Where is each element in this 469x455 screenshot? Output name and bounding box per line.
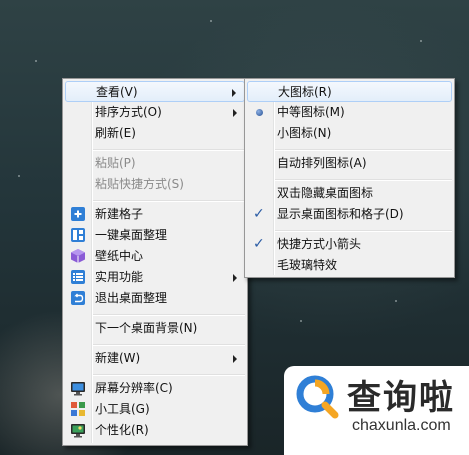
plus-icon xyxy=(70,206,86,222)
menu-item-label: 快捷方式小箭头 xyxy=(277,237,362,251)
menu-item-label: 个性化(R) xyxy=(95,423,149,437)
menu-item-label: 下一个桌面背景(N) xyxy=(95,321,198,335)
menu-item-label: 一键桌面整理 xyxy=(95,228,168,242)
menu-item-label: 实用功能 xyxy=(95,270,144,284)
cube-icon xyxy=(70,248,86,264)
menu-separator xyxy=(93,200,245,202)
menu-separator xyxy=(93,149,245,151)
menu-item-label: 小图标(N) xyxy=(277,126,332,140)
watermark-brand-cn: 查询啦 xyxy=(347,378,455,418)
menu-separator xyxy=(275,230,452,232)
magnifier-logo-icon xyxy=(294,373,340,419)
submenu-arrow-icon xyxy=(232,89,236,97)
menu-item-label: 新建(W) xyxy=(95,351,141,365)
menu-item-label: 新建格子 xyxy=(95,207,144,221)
menu-item-label: 退出桌面整理 xyxy=(95,291,168,305)
menu-item-label: 小工具(G) xyxy=(95,402,150,416)
menu-item-label: 排序方式(O) xyxy=(95,105,162,119)
menu-item-label: 壁纸中心 xyxy=(95,249,144,263)
watermark-brand-url: chaxunla.com xyxy=(352,417,451,434)
menu-item-label: 中等图标(M) xyxy=(277,105,345,119)
menu-item-wallpaper-center[interactable]: 壁纸中心 xyxy=(65,246,245,267)
menu-item-next-background[interactable]: 下一个桌面背景(N) xyxy=(65,318,245,339)
menu-separator xyxy=(93,344,245,346)
radio-selected-icon xyxy=(256,109,263,116)
menu-item-label: 显示桌面图标和格子(D) xyxy=(277,207,404,221)
checkmark-icon: ✓ xyxy=(253,206,265,222)
desktop-context-menu: 查看(V) 排序方式(O) 刷新(E) 粘贴(P) 粘贴快捷方式(S) 新建格子… xyxy=(62,78,248,446)
checkmark-icon: ✓ xyxy=(253,236,265,252)
menu-item-label: 查看(V) xyxy=(96,85,138,99)
menu-item-new-grid[interactable]: 新建格子 xyxy=(65,204,245,225)
submenu-arrow-icon xyxy=(233,355,237,363)
gadgets-icon xyxy=(70,401,86,417)
menu-item-screen-resolution[interactable]: 屏幕分辨率(C) xyxy=(65,378,245,399)
menu-item-paste-shortcut[interactable]: 粘贴快捷方式(S) xyxy=(65,174,245,195)
layout-grid-icon xyxy=(70,227,86,243)
menu-item-label: 屏幕分辨率(C) xyxy=(95,381,173,395)
personalize-monitor-icon xyxy=(70,422,86,438)
menu-separator xyxy=(275,149,452,151)
menu-item-label: 毛玻璃特效 xyxy=(277,258,338,272)
submenu-arrow-icon xyxy=(233,109,237,117)
background-speck xyxy=(210,20,212,22)
background-speck xyxy=(420,40,422,42)
menu-separator xyxy=(93,314,245,316)
background-speck xyxy=(18,175,20,177)
menu-item-new[interactable]: 新建(W) xyxy=(65,348,245,369)
menu-item-view[interactable]: 查看(V) xyxy=(65,81,245,102)
menu-item-small-icons[interactable]: 小图标(N) xyxy=(247,123,452,144)
background-speck xyxy=(35,60,37,62)
list-icon xyxy=(70,269,86,285)
menu-item-label: 粘贴(P) xyxy=(95,156,136,170)
menu-item-paste[interactable]: 粘贴(P) xyxy=(65,153,245,174)
menu-item-label: 双击隐藏桌面图标 xyxy=(277,186,374,200)
menu-item-show-icons-and-grids[interactable]: ✓ 显示桌面图标和格子(D) xyxy=(247,204,452,225)
menu-item-label: 大图标(R) xyxy=(278,85,332,99)
menu-item-one-key-organize[interactable]: 一键桌面整理 xyxy=(65,225,245,246)
menu-item-exit-organize[interactable]: 退出桌面整理 xyxy=(65,288,245,309)
menu-item-auto-arrange[interactable]: 自动排列图标(A) xyxy=(247,153,452,174)
menu-item-medium-icons[interactable]: 中等图标(M) xyxy=(247,102,452,123)
menu-item-double-click-hide[interactable]: 双击隐藏桌面图标 xyxy=(247,183,452,204)
menu-item-frosted-glass[interactable]: 毛玻璃特效 xyxy=(247,255,452,276)
menu-item-gadgets[interactable]: 小工具(G) xyxy=(65,399,245,420)
menu-item-sort[interactable]: 排序方式(O) xyxy=(65,102,245,123)
menu-item-large-icons[interactable]: 大图标(R) xyxy=(247,81,452,102)
menu-item-label: 粘贴快捷方式(S) xyxy=(95,177,184,191)
exit-arrow-icon xyxy=(70,290,86,306)
menu-item-label: 刷新(E) xyxy=(95,126,136,140)
background-speck xyxy=(395,300,397,302)
menu-item-personalize[interactable]: 个性化(R) xyxy=(65,420,245,441)
menu-item-label: 自动排列图标(A) xyxy=(277,156,367,170)
site-watermark: 查询啦 chaxunla.com xyxy=(284,366,469,455)
background-speck xyxy=(300,320,302,322)
monitor-icon xyxy=(70,380,86,396)
menu-item-refresh[interactable]: 刷新(E) xyxy=(65,123,245,144)
menu-item-utilities[interactable]: 实用功能 xyxy=(65,267,245,288)
menu-separator xyxy=(275,179,452,181)
menu-separator xyxy=(93,374,245,376)
submenu-arrow-icon xyxy=(233,274,237,282)
menu-item-shortcut-arrow[interactable]: ✓ 快捷方式小箭头 xyxy=(247,234,452,255)
view-submenu: 大图标(R) 中等图标(M) 小图标(N) 自动排列图标(A) 双击隐藏桌面图标… xyxy=(244,78,455,278)
